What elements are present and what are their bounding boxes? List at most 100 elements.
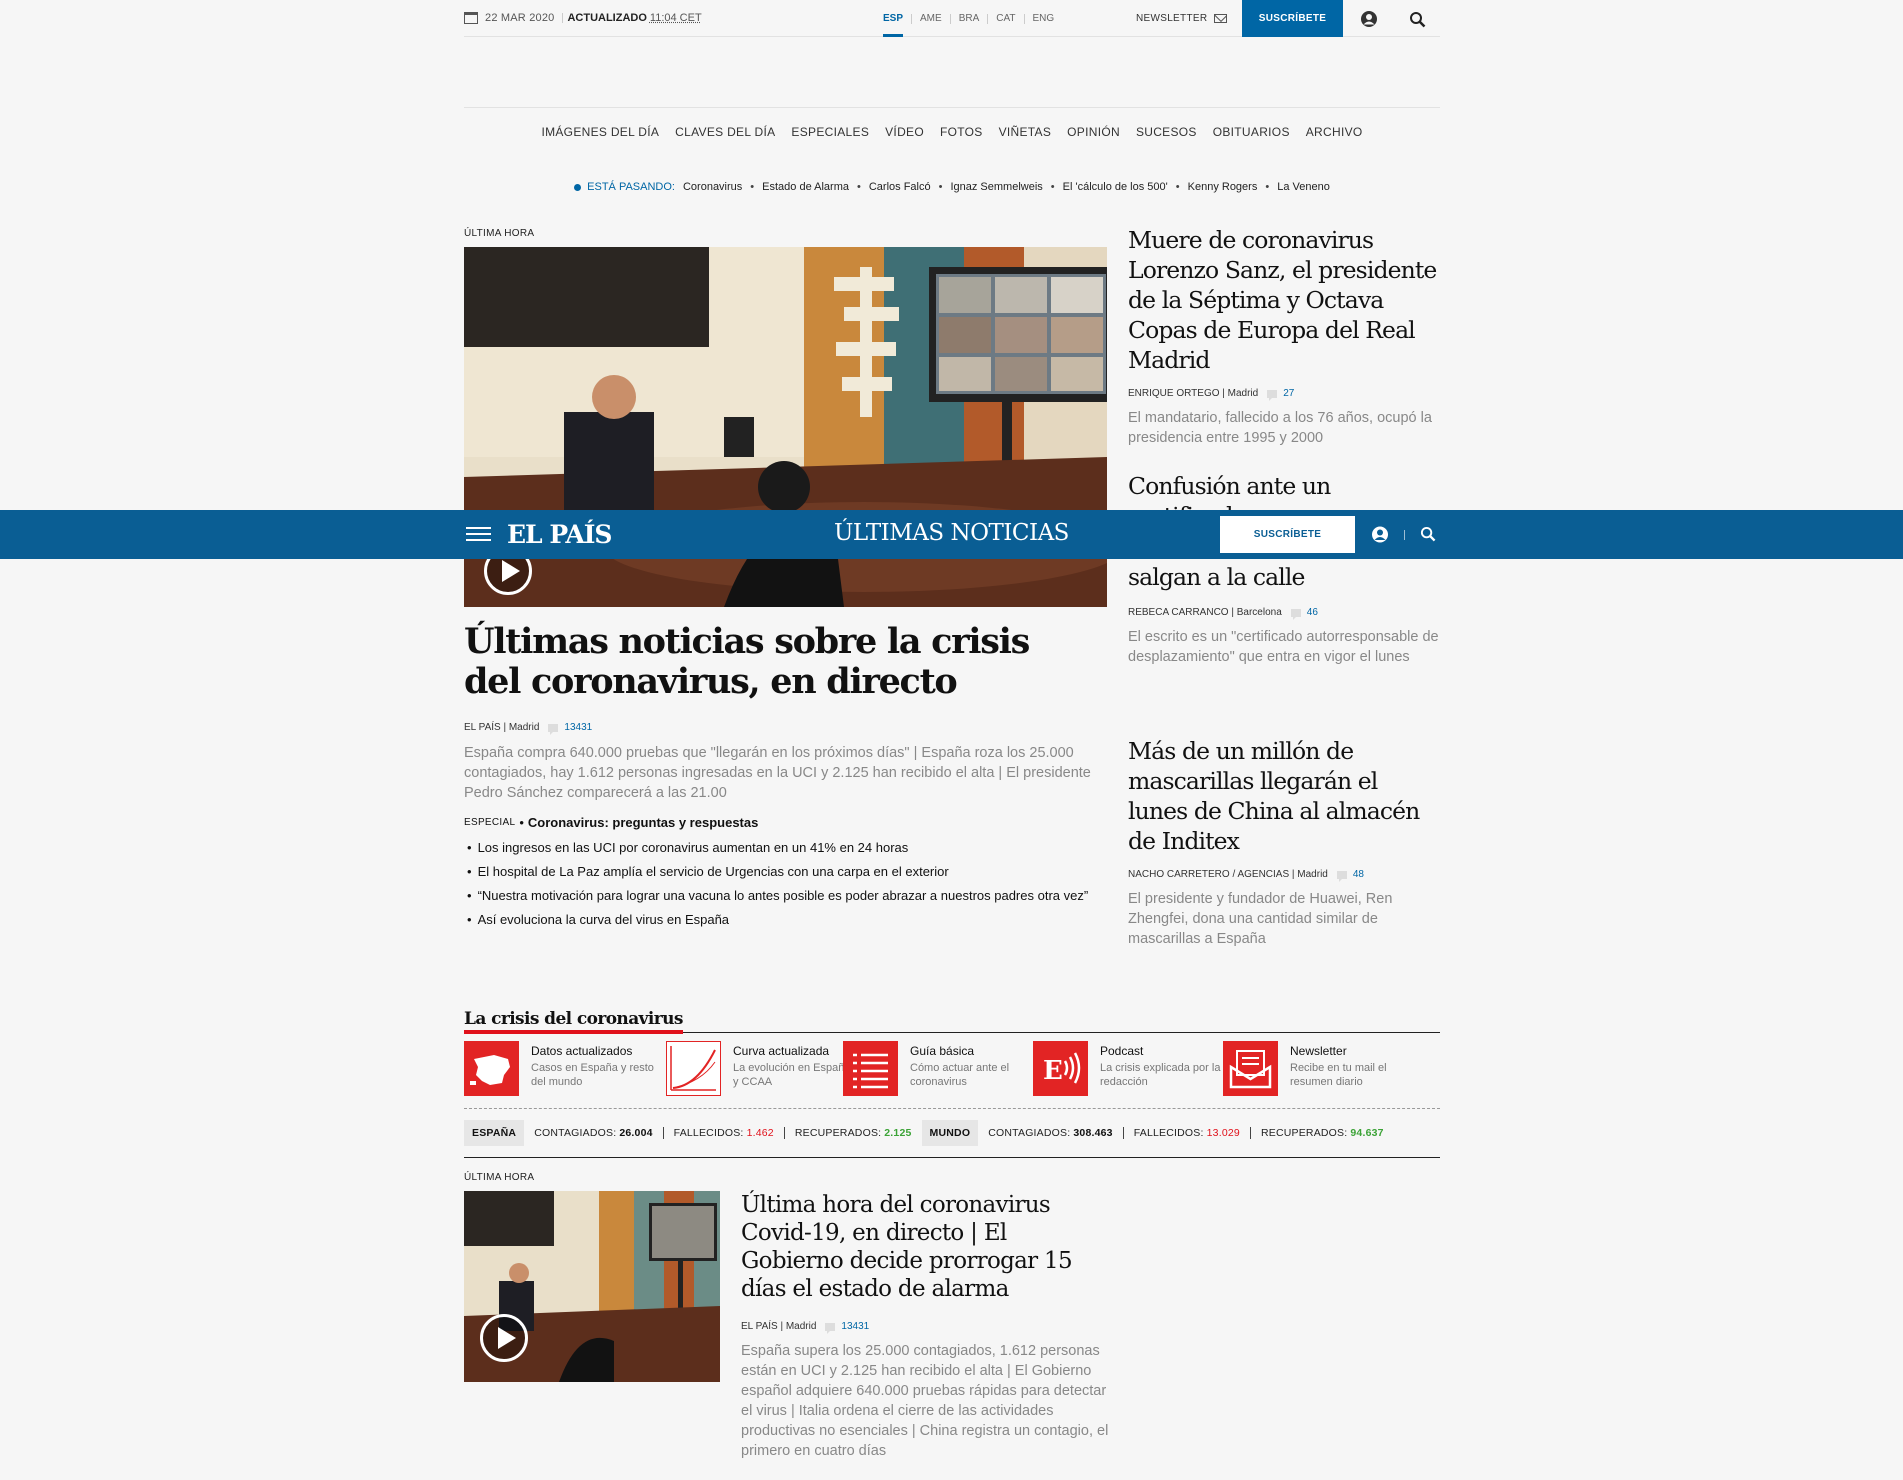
bullet: •	[1050, 181, 1055, 193]
trending-item[interactable]: Coronavirus	[683, 181, 742, 193]
subscribe-button[interactable]: SUSCRÍBETE	[1220, 516, 1355, 553]
lead-headline[interactable]: Últimas noticias sobre la crisis del cor…	[464, 622, 1064, 702]
divider	[783, 1127, 785, 1139]
nav-opinion[interactable]: OPINIÓN	[1067, 125, 1120, 139]
divider	[1404, 530, 1405, 540]
side-summary: El escrito es un "certificado autorrespo…	[1128, 629, 1439, 665]
comment-icon	[1267, 389, 1278, 401]
divider	[1023, 13, 1025, 24]
related-link[interactable]: “Nuestra motivación para lograr una vacu…	[478, 887, 1089, 904]
side-author[interactable]: NACHO CARRETERO / AGENCIAS | Madrid	[1128, 869, 1328, 880]
edition-cat[interactable]: CAT	[996, 0, 1015, 37]
nav-video[interactable]: VÍDEO	[885, 125, 924, 139]
side-author[interactable]: ENRIQUE ORTEGO | Madrid	[1128, 388, 1258, 399]
trending-item[interactable]: Ignaz Semmelweis	[950, 181, 1042, 193]
side-summary: El presidente y fundador de Huawei, Ren …	[1128, 891, 1393, 947]
side-headline[interactable]: Más de un millón de mascarillas llegarán…	[1128, 736, 1440, 856]
bullet: •	[519, 815, 524, 830]
widget-datos[interactable]: Datos actualizados Casos en España y res…	[464, 1041, 654, 1099]
second-headline[interactable]: Última hora del coronavirus Covid-19, en…	[741, 1191, 1111, 1303]
widget-subtitle: Casos en España y resto del mundo	[531, 1062, 654, 1088]
bullet: •	[467, 912, 472, 927]
play-icon[interactable]	[480, 1314, 528, 1362]
trending-item[interactable]: La Veneno	[1277, 181, 1330, 193]
lead-comment-count[interactable]: 13431	[564, 722, 592, 733]
especial-link[interactable]: Coronavirus: preguntas y respuestas	[528, 814, 758, 831]
live-dot-icon	[574, 183, 582, 191]
trending-bar: ESTÁ PASANDO: Coronavirus • Estado de Ala…	[464, 178, 1440, 196]
side-comment-count[interactable]: 46	[1307, 607, 1318, 618]
trending-item[interactable]: Kenny Rogers	[1188, 181, 1258, 193]
stat-label: CONTAGIADOS:	[988, 1127, 1071, 1139]
nav-archivo[interactable]: ARCHIVO	[1306, 125, 1363, 139]
user-icon[interactable]	[1371, 526, 1389, 543]
lead-summary: España compra 640.000 pruebas que "llega…	[464, 745, 1091, 801]
nav-imagenes-del-dia[interactable]: IMÁGENES DEL DÍA	[541, 125, 659, 139]
especial-row: ESPECIAL • Coronavirus: preguntas y resp…	[464, 814, 1104, 831]
user-icon[interactable]	[1360, 11, 1378, 27]
related-link[interactable]: Los ingresos en las UCI por coronavirus …	[478, 839, 909, 856]
related-link[interactable]: Así evoluciona la curva del virus en Esp…	[478, 911, 729, 928]
comment-icon	[548, 723, 559, 735]
edition-selector: ESP AME BRA CAT ENG	[875, 0, 1062, 37]
subscribe-button[interactable]: SUSCRÍBETE	[1242, 0, 1343, 37]
side-headline[interactable]: Muere de coronavirus Lorenzo Sanz, el pr…	[1128, 225, 1440, 375]
trending-item[interactable]: Estado de Alarma	[762, 181, 849, 193]
newsletter-link[interactable]: NEWSLETTER	[1136, 0, 1228, 37]
lead-author[interactable]: EL PAÍS | Madrid	[464, 722, 539, 733]
search-icon[interactable]	[1409, 11, 1426, 28]
stat-label: RECUPERADOS:	[1260, 1127, 1348, 1139]
nav-sucesos[interactable]: SUCESOS	[1136, 125, 1197, 139]
second-kicker: ÚLTIMA HORA	[464, 1172, 535, 1183]
divider	[949, 13, 951, 24]
side-author[interactable]: REBECA CARRANCO | Barcelona	[1128, 607, 1282, 618]
side-headline-bottom[interactable]: salgan a la calle	[1128, 562, 1440, 592]
edition-bra[interactable]: BRA	[959, 0, 980, 37]
widget-title: Newsletter	[1290, 1044, 1347, 1058]
stat-label: RECUPERADOS:	[794, 1127, 882, 1139]
newsletter-label: NEWSLETTER	[1136, 13, 1208, 24]
second-comment-count[interactable]: 13431	[841, 1321, 869, 1332]
widget-guia[interactable]: Guía básica Cómo actuar ante el coronavi…	[843, 1041, 1033, 1099]
widget-subtitle: Recibe en tu mail el resumen diario	[1290, 1062, 1387, 1088]
widget-curva[interactable]: Curva actualizada La evolución en España…	[666, 1041, 856, 1099]
crisis-header: La crisis del coronavirus	[464, 1009, 1440, 1034]
search-icon[interactable]	[1420, 526, 1436, 542]
divider	[562, 13, 564, 23]
envelope-icon	[1214, 14, 1228, 23]
widget-podcast[interactable]: E Podcast La crisis explicada por la red…	[1033, 1041, 1223, 1099]
lead-meta: EL PAÍS | Madrid 13431	[464, 722, 592, 735]
divider	[662, 1127, 664, 1139]
trending-item[interactable]: El 'cálculo de los 500'	[1063, 181, 1168, 193]
crisis-title[interactable]: La crisis del coronavirus	[464, 1009, 683, 1034]
nav-especiales[interactable]: ESPECIALES	[791, 125, 869, 139]
second-image[interactable]	[464, 1191, 720, 1382]
widget-text: Datos actualizados Casos en España y res…	[531, 1041, 654, 1099]
stat-label: FALLECIDOS:	[673, 1127, 744, 1139]
edition-ame[interactable]: AME	[920, 0, 942, 37]
world-contagiados: 308.463	[1073, 1127, 1113, 1139]
world-recuperados: 94.637	[1350, 1127, 1384, 1139]
nav-claves-del-dia[interactable]: CLAVES DEL DÍA	[675, 125, 775, 139]
related-link[interactable]: El hospital de La Paz amplía el servicio…	[478, 863, 949, 880]
nav-obituarios[interactable]: OBITUARIOS	[1213, 125, 1290, 139]
second-meta: EL PAÍS | Madrid 13431	[741, 1321, 869, 1334]
divider	[911, 13, 913, 24]
side-comment-count[interactable]: 27	[1283, 388, 1294, 399]
calendar-icon	[464, 12, 478, 24]
lead-related-links: ESPECIAL • Coronavirus: preguntas y resp…	[464, 814, 1104, 935]
side-comment-count[interactable]: 48	[1353, 869, 1364, 880]
edition-eng[interactable]: ENG	[1033, 0, 1055, 37]
widget-newsletter[interactable]: Newsletter Recibe en tu mail el resumen …	[1223, 1041, 1413, 1099]
nav-vinetas[interactable]: VIÑETAS	[999, 125, 1052, 139]
widget-title: Podcast	[1100, 1044, 1144, 1058]
second-author[interactable]: EL PAÍS | Madrid	[741, 1321, 816, 1332]
region-world: MUNDO	[921, 1120, 979, 1146]
lead-kicker: ÚLTIMA HORA	[464, 228, 535, 239]
edition-esp[interactable]: ESP	[883, 0, 904, 37]
bullet: •	[467, 864, 472, 879]
trending-item[interactable]: Carlos Falcó	[869, 181, 931, 193]
podcast-icon: E	[1033, 1041, 1088, 1096]
nav-fotos[interactable]: FOTOS	[940, 125, 983, 139]
side-story-2: salgan a la calle REBECA CARRANCO | Barc…	[1128, 562, 1440, 667]
